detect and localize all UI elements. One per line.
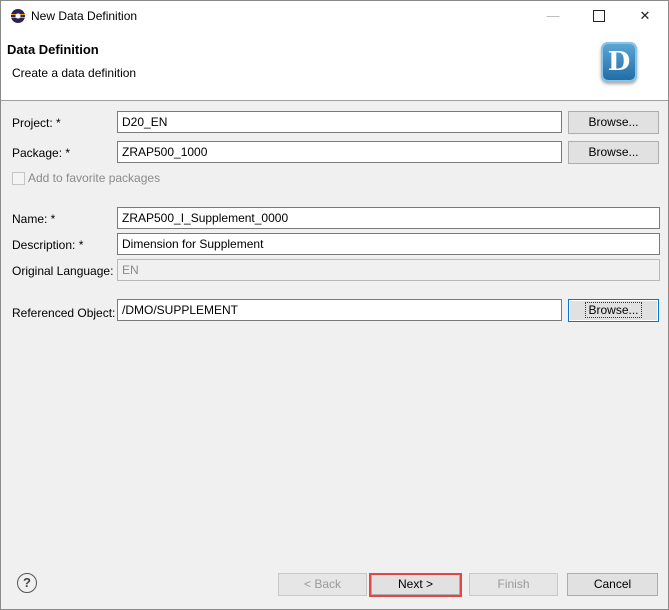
referenced-browse-button[interactable]: Browse...	[568, 299, 659, 322]
finish-button[interactable]: Finish	[469, 573, 558, 596]
eclipse-icon	[11, 9, 25, 23]
project-browse-button[interactable]: Browse...	[568, 111, 659, 134]
window-title: New Data Definition	[31, 9, 138, 23]
name-label: Name: *	[12, 212, 56, 226]
dialog-window: New Data Definition — ✕ Data Definition …	[0, 0, 669, 610]
page-title: Data Definition	[7, 42, 99, 57]
language-field: EN	[117, 259, 660, 281]
favorite-checkbox-label: Add to favorite packages	[28, 171, 161, 185]
package-browse-button[interactable]: Browse...	[568, 141, 659, 164]
name-field[interactable]: ZRAP500_I_Supplement_0000	[117, 207, 660, 229]
minimize-icon[interactable]: —	[530, 1, 576, 32]
maximize-icon[interactable]	[576, 1, 622, 32]
help-icon[interactable]: ?	[17, 573, 37, 593]
description-field[interactable]: Dimension for Supplement	[117, 233, 660, 255]
project-label: Project: *	[12, 116, 61, 130]
language-label: Original Language:	[12, 264, 114, 278]
back-button[interactable]: < Back	[278, 573, 367, 596]
title-bar: New Data Definition — ✕	[1, 1, 668, 32]
favorite-checkbox[interactable]	[12, 172, 25, 185]
referenced-object-field[interactable]: /DMO/SUPPLEMENT	[117, 299, 562, 321]
next-button-highlight	[369, 573, 462, 597]
referenced-object-label: Referenced Object:	[12, 306, 116, 320]
wizard-header: Data Definition Create a data definition…	[1, 32, 668, 101]
data-definition-logo-icon: D	[601, 42, 637, 82]
description-label: Description: *	[12, 238, 84, 252]
cancel-button[interactable]: Cancel	[567, 573, 658, 596]
package-label: Package: *	[12, 146, 71, 160]
package-field[interactable]: ZRAP500_1000	[117, 141, 562, 163]
project-field[interactable]: D20_EN	[117, 111, 562, 133]
close-icon[interactable]: ✕	[622, 1, 668, 32]
page-subtitle: Create a data definition	[12, 66, 137, 80]
